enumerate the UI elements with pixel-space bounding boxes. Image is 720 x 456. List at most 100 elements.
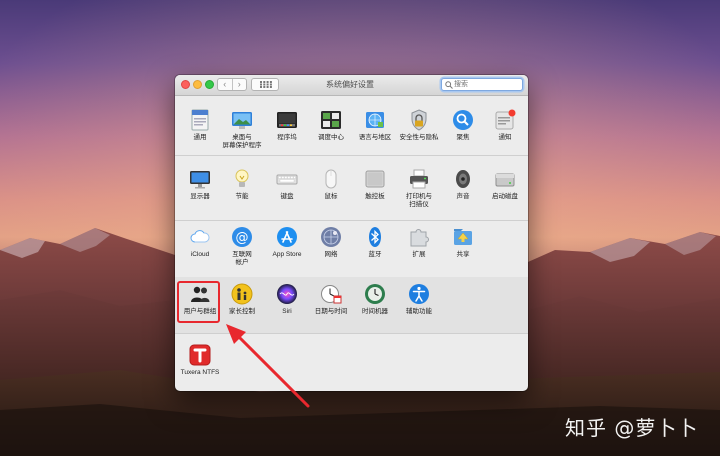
icloud-icon	[189, 226, 211, 248]
search-field[interactable]	[441, 78, 523, 91]
section-other	[175, 335, 528, 391]
window-title: 系统偏好设置	[326, 80, 374, 89]
time-machine-icon	[364, 283, 386, 305]
pref-tuxera-ntfs[interactable]: Tuxera NTFS	[178, 344, 222, 377]
parental-controls-icon	[231, 283, 253, 305]
keyboard-icon	[276, 168, 298, 190]
mouse-icon	[320, 168, 342, 190]
pref-sound[interactable]: 声音	[441, 168, 485, 201]
forward-button[interactable]: ›	[231, 79, 247, 90]
pref-desktop-screensaver[interactable]: 桌面与 屏幕保护程序	[220, 109, 264, 150]
pref-mouse-label: 鼠标	[324, 193, 338, 200]
pref-sharing[interactable]: 共享	[441, 226, 485, 259]
app-store-icon	[276, 226, 298, 248]
minimize-window-button[interactable]	[193, 80, 202, 89]
pref-mission-control-label: 调度中心	[318, 134, 344, 141]
extensions-icon	[408, 226, 430, 248]
maximize-window-button[interactable]	[205, 80, 214, 89]
pref-spotlight[interactable]: 聚焦	[441, 109, 485, 142]
pref-keyboard-label: 键盘	[280, 193, 294, 200]
pref-bluetooth-label: 蓝牙	[368, 251, 382, 258]
svg-text:@: @	[236, 231, 249, 246]
pref-accessibility-label: 辅助功能	[406, 308, 432, 315]
dock-icon	[276, 109, 298, 131]
pref-mouse[interactable]: 鼠标	[309, 168, 353, 201]
general-icon	[189, 109, 211, 131]
pref-app-store-label: App Store	[272, 251, 302, 258]
pref-energy-saver-label: 节能	[235, 193, 249, 200]
users-groups-highlight-box	[177, 281, 220, 323]
pref-dock[interactable]: 程序坞	[265, 109, 309, 142]
pref-displays[interactable]: 显示器	[178, 168, 222, 201]
pref-accessibility[interactable]: 辅助功能	[397, 283, 441, 316]
pref-language-region[interactable]: 语言与地区	[353, 109, 397, 142]
pref-startup-disk[interactable]: 启动磁盘	[483, 168, 527, 201]
pref-desktop-screensaver-label: 桌面与 屏幕保护程序	[222, 134, 262, 149]
pref-bluetooth[interactable]: 蓝牙	[353, 226, 397, 259]
pref-network[interactable]: 网络	[309, 226, 353, 259]
pref-tuxera-ntfs-label: Tuxera NTFS	[180, 369, 220, 376]
internet-accounts-icon: @	[231, 226, 253, 248]
printers-scanners-icon	[408, 168, 430, 190]
accessibility-icon	[408, 283, 430, 305]
pref-sound-label: 声音	[456, 193, 470, 200]
pref-extensions-label: 扩展	[412, 251, 426, 258]
spotlight-icon	[452, 109, 474, 131]
pref-sharing-label: 共享	[456, 251, 470, 258]
pref-printers-scanners[interactable]: 打印机与 扫描仪	[397, 168, 441, 209]
pref-general-label: 通用	[193, 134, 207, 141]
pref-security-privacy-label: 安全性与隐私	[399, 134, 439, 141]
pref-general[interactable]: 通用	[178, 109, 222, 142]
pref-mission-control[interactable]: 调度中心	[309, 109, 353, 142]
pref-icloud-label: iCloud	[190, 251, 210, 258]
pref-time-machine[interactable]: 时间机器	[353, 283, 397, 316]
trackpad-icon	[364, 168, 386, 190]
pref-app-store[interactable]: App Store	[265, 226, 309, 259]
tuxera-ntfs-icon	[189, 344, 211, 366]
pref-trackpad-label: 触控板	[365, 193, 385, 200]
security-privacy-icon	[408, 109, 430, 131]
pref-internet-accounts[interactable]: @ 互联网 帐户	[220, 226, 264, 267]
pref-time-machine-label: 时间机器	[362, 308, 388, 315]
pref-spotlight-label: 聚焦	[456, 134, 470, 141]
pref-notifications[interactable]: 通知	[483, 109, 527, 142]
search-input[interactable]	[454, 79, 520, 90]
pref-trackpad[interactable]: 触控板	[353, 168, 397, 201]
date-time-icon	[320, 283, 342, 305]
pref-extensions[interactable]: 扩展	[397, 226, 441, 259]
pref-startup-disk-label: 启动磁盘	[492, 193, 518, 200]
pref-date-time[interactable]: 日期与时间	[309, 283, 353, 316]
energy-saver-icon	[231, 168, 253, 190]
pref-internet-accounts-label: 互联网 帐户	[232, 251, 252, 266]
displays-icon	[189, 168, 211, 190]
pref-date-time-label: 日期与时间	[314, 308, 348, 315]
pref-language-region-label: 语言与地区	[358, 134, 392, 141]
grid-icon	[260, 81, 272, 88]
close-window-button[interactable]	[181, 80, 190, 89]
pref-dock-label: 程序坞	[277, 134, 297, 141]
pref-siri-label: Siri	[282, 308, 292, 315]
navigation-buttons: ‹ ›	[217, 78, 247, 91]
language-region-icon	[364, 109, 386, 131]
pref-parental-controls[interactable]: 家长控制	[220, 283, 264, 316]
notifications-icon	[494, 109, 516, 131]
search-icon	[445, 81, 453, 89]
sound-icon	[452, 168, 474, 190]
pref-icloud[interactable]: iCloud	[178, 226, 222, 259]
siri-icon	[276, 283, 298, 305]
section-divider	[175, 333, 528, 334]
pref-parental-controls-label: 家长控制	[229, 308, 255, 315]
startup-disk-icon	[494, 168, 516, 190]
window-titlebar: ‹ › 系统偏好设置	[175, 75, 528, 96]
network-icon	[320, 226, 342, 248]
bluetooth-icon	[364, 226, 386, 248]
pref-network-label: 网络	[324, 251, 338, 258]
pref-siri[interactable]: Siri	[265, 283, 309, 316]
back-button[interactable]: ‹	[218, 79, 232, 90]
pref-keyboard[interactable]: 键盘	[265, 168, 309, 201]
show-all-button[interactable]	[251, 78, 279, 91]
pref-energy-saver[interactable]: 节能	[220, 168, 264, 201]
watermark: 知乎 @萝卜卜	[565, 416, 699, 440]
pref-displays-label: 显示器	[190, 193, 210, 200]
pref-security-privacy[interactable]: 安全性与隐私	[397, 109, 441, 142]
